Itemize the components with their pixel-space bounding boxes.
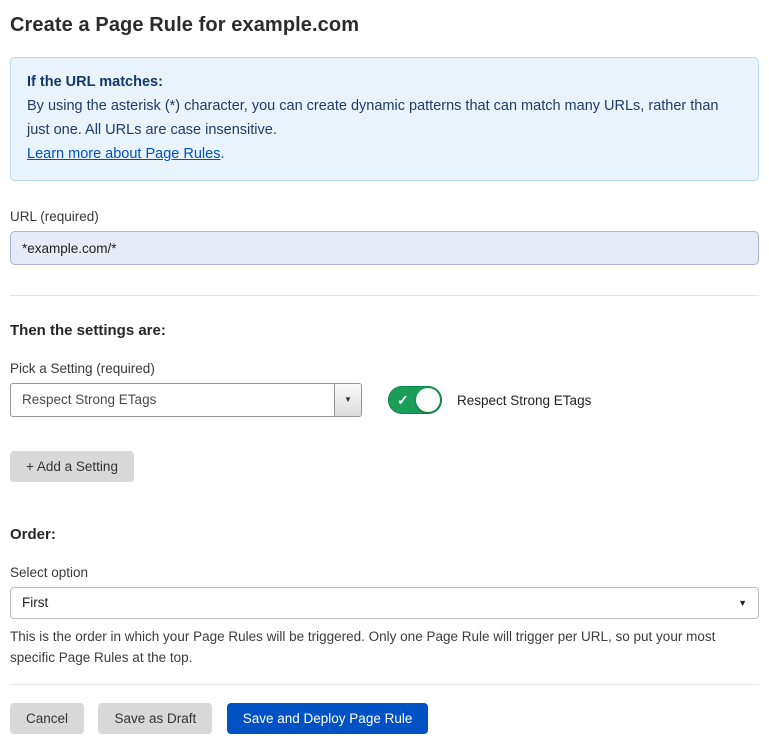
order-help-text: This is the order in which your Page Rul… xyxy=(10,626,759,668)
url-field-label: URL (required) xyxy=(10,209,759,224)
check-icon: ✓ xyxy=(397,391,409,409)
footer-divider xyxy=(10,684,759,685)
info-box-link-line: Learn more about Page Rules. xyxy=(27,142,742,166)
order-heading: Order: xyxy=(10,526,759,543)
add-setting-button[interactable]: + Add a Setting xyxy=(10,451,134,482)
order-select[interactable]: First ▼ xyxy=(10,587,759,619)
order-select-label: Select option xyxy=(10,565,759,580)
dropdown-caret-icon: ▼ xyxy=(344,396,352,404)
info-box-heading: If the URL matches: xyxy=(27,70,742,94)
setting-select-caret-button[interactable]: ▼ xyxy=(334,384,361,416)
create-page-rule-form: Create a Page Rule for example.com If th… xyxy=(0,0,769,746)
link-period: . xyxy=(220,146,224,162)
respect-strong-etags-toggle[interactable]: ✓ xyxy=(388,386,442,414)
url-match-info-box: If the URL matches: By using the asteris… xyxy=(10,57,759,181)
setting-select-value: Respect Strong ETags xyxy=(11,384,334,416)
select-caret-icon: ▼ xyxy=(738,599,747,608)
footer-actions: Cancel Save as Draft Save and Deploy Pag… xyxy=(10,703,759,734)
save-and-deploy-button[interactable]: Save and Deploy Page Rule xyxy=(227,703,429,734)
learn-more-link[interactable]: Learn more about Page Rules xyxy=(27,146,220,162)
settings-heading: Then the settings are: xyxy=(10,322,759,339)
page-title: Create a Page Rule for example.com xyxy=(10,14,759,37)
toggle-knob xyxy=(416,388,440,412)
url-input[interactable] xyxy=(10,231,759,265)
section-divider xyxy=(10,295,759,296)
save-as-draft-button[interactable]: Save as Draft xyxy=(98,703,212,734)
setting-row: Respect Strong ETags ▼ ✓ Respect Strong … xyxy=(10,383,759,417)
setting-select[interactable]: Respect Strong ETags ▼ xyxy=(10,383,362,417)
info-box-body: By using the asterisk (*) character, you… xyxy=(27,94,742,142)
order-select-value: First xyxy=(11,588,758,618)
pick-setting-label: Pick a Setting (required) xyxy=(10,361,759,376)
cancel-button[interactable]: Cancel xyxy=(10,703,84,734)
add-setting-row: + Add a Setting xyxy=(10,451,759,482)
toggle-label: Respect Strong ETags xyxy=(457,393,591,408)
